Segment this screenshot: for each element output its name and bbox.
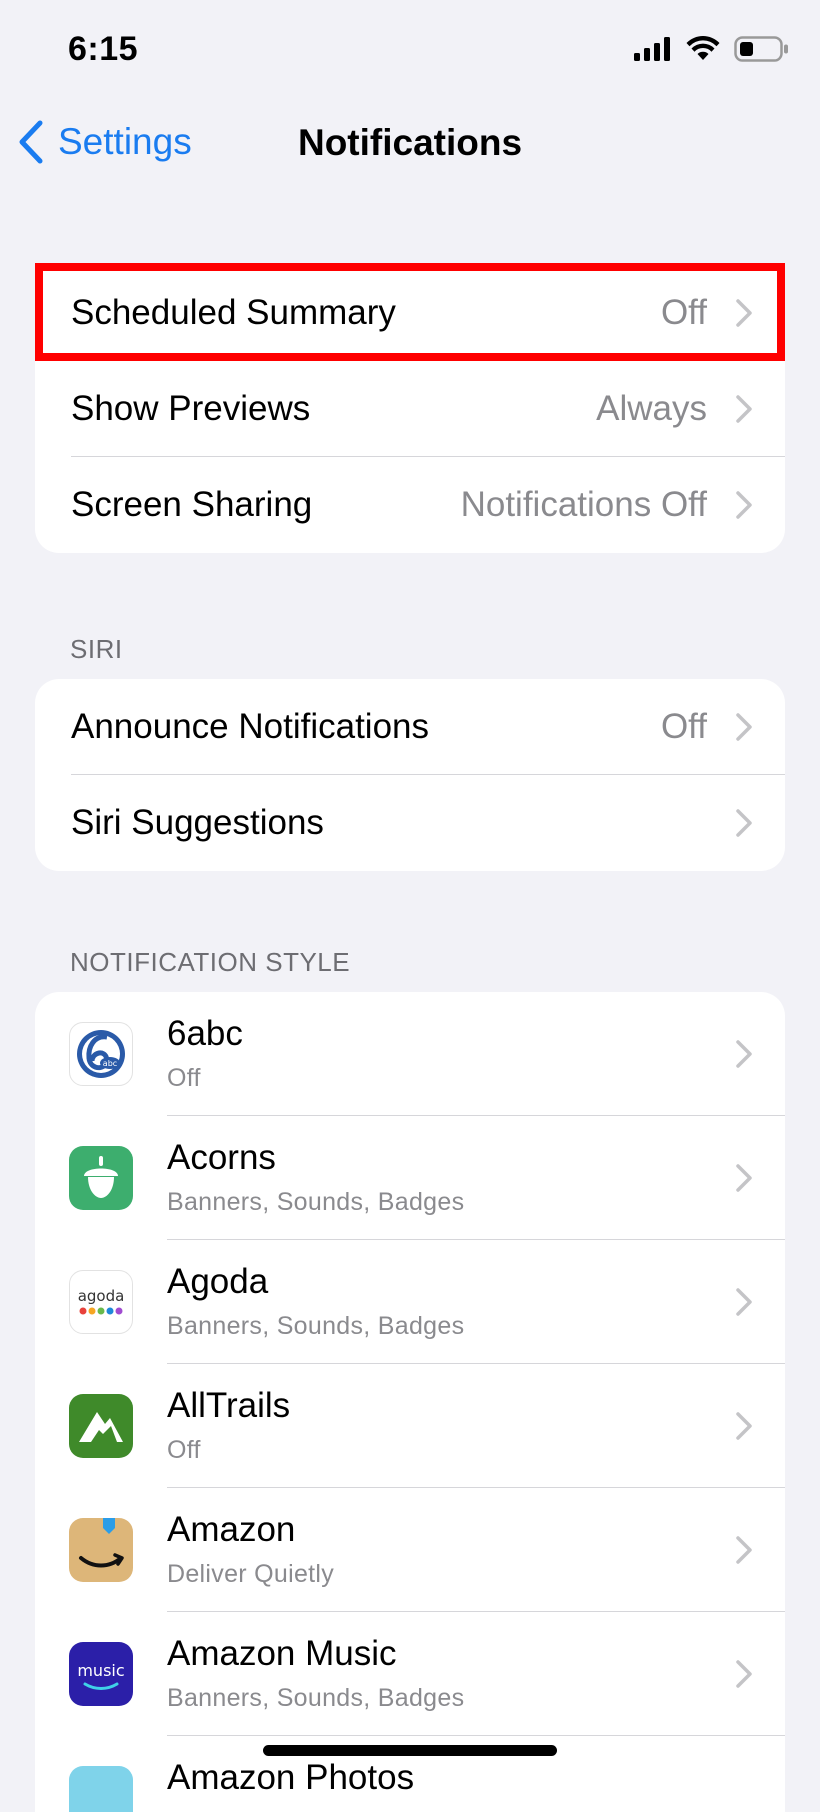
battery-icon [734,36,788,62]
section-header-notification-style: NOTIFICATION STYLE [70,947,351,977]
row-label: Announce Notifications [71,707,429,746]
row-label: Siri Suggestions [71,803,324,842]
svg-text:abc: abc [103,1059,117,1068]
section-header-siri: SIRI [70,634,123,664]
app-notification-status: Banners, Sounds, Badges [167,1188,465,1216]
app-notification-status: Off [167,1064,201,1092]
status-bar: 6:15 [0,0,820,100]
app-notification-list: abc 6abc Off Acorns Banners, Sounds, Bad… [35,992,785,1812]
agoda-icon: agoda [69,1270,133,1334]
chevron-right-icon [736,1040,752,1068]
app-row-6abc[interactable]: abc 6abc Off [35,992,785,1116]
notifications-settings-group: Scheduled Summary Off Show Previews Alwa… [35,265,785,553]
chevron-right-icon [736,1164,752,1192]
navigation-bar: Settings Notifications [0,100,820,190]
acorns-icon [69,1146,133,1210]
app-row-amazon-music[interactable]: music Amazon Music Banners, Sounds, Badg… [35,1612,785,1736]
app-notification-status: Off [167,1436,201,1464]
app-row-agoda[interactable]: agoda Agoda Banners, Sounds, Badges [35,1240,785,1364]
amazon-photos-icon [69,1766,133,1812]
siri-suggestions-row[interactable]: Siri Suggestions [35,775,785,871]
cellular-signal-icon [634,37,670,61]
show-previews-row[interactable]: Show Previews Always [35,361,785,457]
siri-settings-group: Announce Notifications Off Siri Suggesti… [35,679,785,871]
chevron-right-icon [736,809,752,837]
app-name: Acorns [167,1138,276,1177]
app-name: Amazon Photos [167,1758,415,1797]
row-value: Always [596,389,707,428]
6abc-icon: abc [69,1022,133,1086]
amazon-music-logo-text: music [77,1661,124,1680]
chevron-right-icon [736,395,752,423]
status-time: 6:15 [68,30,139,68]
app-notification-status: Banners, Sounds, Badges [167,1312,465,1340]
app-name: 6abc [167,1014,243,1053]
app-name: Amazon Music [167,1634,397,1673]
row-label: Show Previews [71,389,311,428]
row-value: Off [660,707,707,746]
chevron-right-icon [736,1288,752,1316]
screen-sharing-row[interactable]: Screen Sharing Notifications Off [35,457,785,553]
app-row-amazon[interactable]: Amazon Deliver Quietly [35,1488,785,1612]
status-icons [634,36,790,62]
row-value: Notifications Off [460,485,707,524]
row-value: Off [660,293,707,332]
wifi-icon [686,36,720,60]
scheduled-summary-row[interactable]: Scheduled Summary Off [35,265,785,361]
app-name: Amazon [167,1510,296,1549]
chevron-right-icon [736,1412,752,1440]
row-label: Screen Sharing [71,485,313,524]
home-indicator [263,1745,557,1756]
app-row-alltrails[interactable]: AllTrails Off [35,1364,785,1488]
app-notification-status: Banners, Sounds, Badges [167,1684,465,1712]
page-title: Notifications [297,122,523,163]
amazon-icon [69,1518,133,1582]
alltrails-icon [69,1394,133,1458]
chevron-right-icon [736,491,752,519]
chevron-right-icon [736,299,752,327]
app-row-acorns[interactable]: Acorns Banners, Sounds, Badges [35,1116,785,1240]
chevron-right-icon [736,713,752,741]
app-name: Agoda [167,1262,269,1301]
announce-notifications-row[interactable]: Announce Notifications Off [35,679,785,775]
app-name: AllTrails [167,1386,291,1425]
amazon-music-icon: music [69,1642,133,1706]
app-notification-status: Deliver Quietly [167,1560,335,1588]
row-label: Scheduled Summary [71,293,396,332]
chevron-right-icon [736,1536,752,1564]
chevron-right-icon [736,1660,752,1688]
agoda-logo-text: agoda [78,1287,125,1305]
